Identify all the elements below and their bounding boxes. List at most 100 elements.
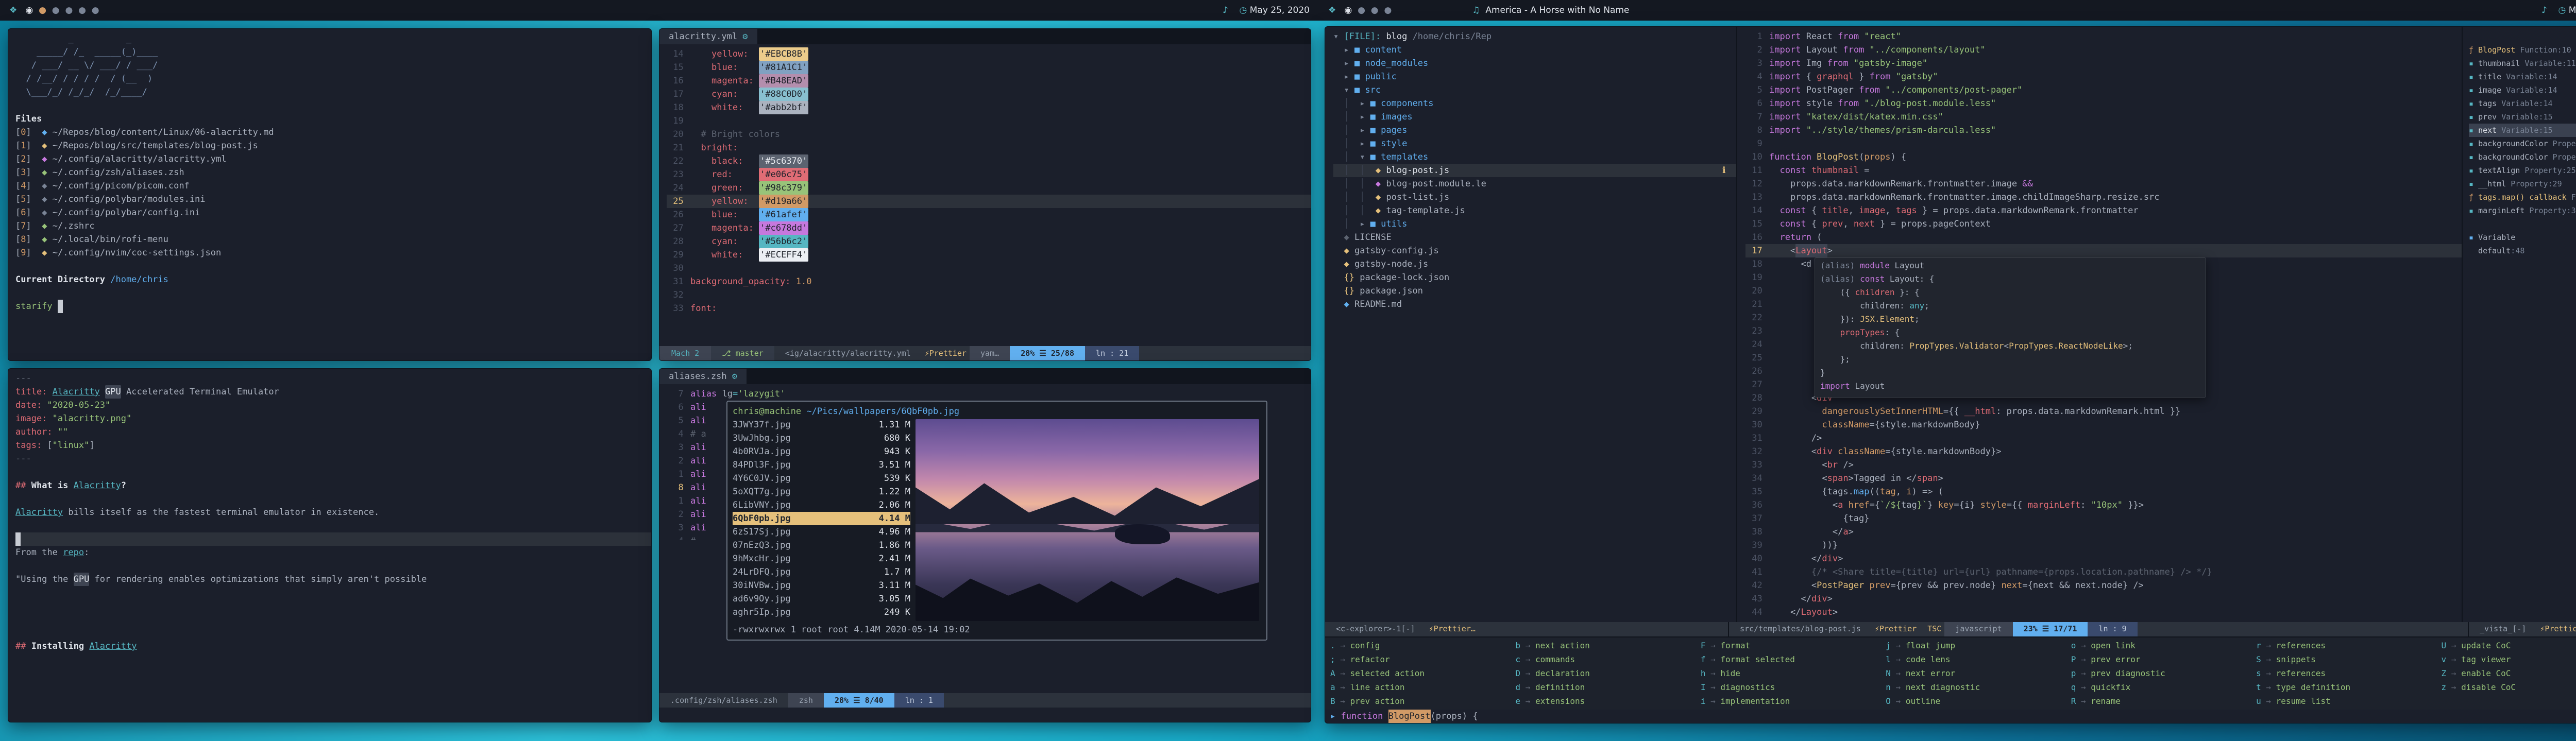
file-row[interactable]: 3JWY37f.jpg1.31 M	[733, 418, 910, 432]
workspace-list[interactable]: ❖ ◉ ● ● ●	[1319, 4, 1401, 17]
explorer-folder[interactable]: ▸ ■ node_modules	[1333, 57, 1736, 70]
vista-symbol[interactable]: ▪ title Variable:14	[2469, 70, 2576, 83]
token: PropTypes.Validator	[1909, 339, 2004, 353]
which-key-column[interactable]: . → config; → refactorA → selected actio…	[1330, 637, 1515, 710]
explorer-folder[interactable]: │ ▸ ■ images	[1333, 110, 1736, 124]
file-row[interactable]: 5oXQT7g.jpg1.22 M	[733, 485, 910, 498]
now-playing[interactable]: ♫ America - A Horse with No Name	[1463, 0, 1638, 21]
terminal-startify[interactable]: _ _ _____/ /_ _____(_)____ / ___/ __ \/ …	[8, 29, 651, 360]
startify-entry[interactable]: [1] ◆ ~/Repos/blog/src/templates/blog-po…	[15, 139, 651, 152]
tab-aliases-zsh[interactable]: aliases.zsh ⚙	[659, 369, 747, 384]
explorer-folder[interactable]: │ ▸ ■ pages	[1333, 124, 1736, 137]
row[interactable]: ❖ ◉ ● ● ●	[1328, 4, 1392, 17]
vista-symbol[interactable]: ƒ BlogPost Function:10	[2469, 43, 2576, 57]
nvim-ide-window[interactable]: ▾ [FILE]: blog /home/chris/Rep ▸ ■ conte…	[1325, 27, 2576, 723]
startify-entry[interactable]: [9] ◆ ~/.config/nvim/coc-settings.json	[15, 246, 651, 260]
explorer-file[interactable]: │ │ ◆ tag-template.js	[1333, 204, 1736, 217]
explorer-file-current[interactable]: │ │ ◆ blog-post.jsℹ	[1333, 164, 1736, 177]
which-key-column[interactable]: U → update CoCv → tag viewerZ → enable C…	[2442, 637, 2576, 710]
explorer-file[interactable]: ◆ gatsby-config.js	[1333, 244, 1736, 257]
vista-outline[interactable]: ƒ BlogPost Function:10▪ thumbnail Variab…	[2462, 27, 2576, 622]
explorer-folder[interactable]: │ ▸ ■ style	[1333, 137, 1736, 150]
token: # a	[690, 427, 706, 441]
which-key-column[interactable]: F → formatf → format selectedh → hideI →…	[1701, 637, 1886, 710]
file-row-selected[interactable]: 6QbF0pb.jpg4.14 M	[733, 512, 910, 525]
explorer-file[interactable]: {} package-lock.json	[1333, 271, 1736, 284]
line-number: 6	[1745, 97, 1762, 110]
file-row[interactable]: 84PDl3F.jpg3.51 M	[733, 458, 910, 472]
vista-symbol[interactable]: ▪ __html Property:29	[2469, 177, 2576, 191]
explorer-file[interactable]: ◆ gatsby-node.js	[1333, 257, 1736, 271]
explorer-root[interactable]: ▾ [FILE]: blog /home/chris/Rep	[1333, 30, 1736, 43]
tabline[interactable]: aliases.zsh ⚙	[659, 369, 1311, 384]
vista-symbol[interactable]: ▪ textAlign Property:25	[2469, 164, 2576, 177]
vista-symbol[interactable]: ▪ backgroundColor Propert…	[2469, 137, 2576, 150]
file-row[interactable]: 6zS17Sj.jpg4.96 M	[733, 525, 910, 539]
which-key-column[interactable]: o → open linkP → prev errorp → prev diag…	[2071, 637, 2256, 710]
explorer-folder[interactable]: ▾ ■ src	[1333, 83, 1736, 97]
wallpaper-file-list[interactable]: 3JWY37f.jpg1.31 M3UwJhbg.jpg680 K4b0RVJa…	[733, 418, 910, 623]
startify-entry[interactable]: [3] ◆ ~/.config/zsh/aliases.zsh	[15, 166, 651, 179]
row: ♪ ◷	[2541, 4, 2569, 17]
file-manager-float[interactable]: chris@machine ~/Pics/wallpapers/6QbF0pb.…	[726, 401, 1267, 641]
vista-symbol[interactable]: default:48	[2469, 244, 2576, 257]
file-row[interactable]: 4b0RVJa.jpg943 K	[733, 445, 910, 458]
file-row[interactable]: 30iNVBw.jpg3.11 M	[733, 579, 910, 592]
token: zsh	[788, 693, 824, 708]
explorer-file[interactable]: │ │ ◆ post-list.js	[1333, 191, 1736, 204]
startify-entry[interactable]: [4] ◆ ~/.config/picom/picom.conf	[15, 179, 651, 193]
explorer-folder[interactable]: │ ▸ ■ utils	[1333, 217, 1736, 231]
vim-alacritty-yml[interactable]: alacritty.yml ⚙ 14 yellow: '#EBCB8B'15 b…	[659, 29, 1311, 360]
row[interactable]: ❖ ◉ ● ● ● ● ●	[9, 4, 99, 17]
explorer-file[interactable]: ◆ LICENSE	[1333, 231, 1736, 244]
token: I	[1701, 680, 1706, 694]
which-key-column[interactable]: j → float jumpl → code lensN → next erro…	[1886, 637, 2071, 710]
vista-symbol[interactable]: ▪ Variable	[2469, 231, 2576, 244]
token: utils	[1381, 217, 1407, 231]
file-row[interactable]: 6LibVNY.jpg2.06 M	[733, 498, 910, 512]
vim-markdown-post[interactable]: ---title: Alacritty GPU Accelerated Term…	[8, 369, 651, 722]
token: 2.41 M	[879, 552, 910, 565]
vista-symbol[interactable]: ƒ tags.map() callback Functi…	[2469, 191, 2576, 204]
startify-entry[interactable]: [2] ◆ ~/.config/alacritty/alacritty.yml	[15, 152, 651, 166]
file-row[interactable]: 9hMxcHr.jpg2.41 M	[733, 552, 910, 565]
startify-entry[interactable]: [7] ◆ ~/.zshrc	[15, 219, 651, 233]
vista-symbol[interactable]: ▪ prev Variable:15	[2469, 110, 2576, 124]
explorer-folder[interactable]: │ ▸ ■ components	[1333, 97, 1736, 110]
token: 4.14 M	[879, 512, 910, 525]
explorer-folder[interactable]: │ ▾ ■ templates	[1333, 150, 1736, 164]
file-row[interactable]: 3UwJhbg.jpg680 K	[733, 432, 910, 445]
file-row[interactable]: 24LrDFQ.jpg1.7 M	[733, 565, 910, 579]
vim-aliases-zsh[interactable]: aliases.zsh ⚙ 7alias lg='lazygit'6ali5al…	[659, 369, 1311, 722]
file-row[interactable]: ad6v9Oy.jpg3.05 M	[733, 592, 910, 606]
which-key-column[interactable]: r → referencesS → snippetss → references…	[2256, 637, 2441, 710]
explorer-file[interactable]: │ │ ◆ blog-post.module.le	[1333, 177, 1736, 191]
tab-alacritty-yml[interactable]: alacritty.yml ⚙	[659, 29, 757, 44]
startify-entry[interactable]: [8] ◆ ~/.local/bin/rofi-menu	[15, 233, 651, 246]
token: Img	[1801, 57, 1827, 70]
vista-symbol[interactable]: ▪ image Variable:14	[2469, 83, 2576, 97]
vista-symbol[interactable]: ▪ backgroundColor Propert…	[2469, 150, 2576, 164]
token: prev	[1822, 217, 1843, 231]
explorer-folder[interactable]: ▸ ■ public	[1333, 70, 1736, 83]
which-key-column[interactable]: b → next actionc → commandsD → declarati…	[1515, 637, 1700, 710]
vista-symbol[interactable]: ▪ thumbnail Variable:11	[2469, 57, 2576, 70]
token: pages	[1381, 124, 1407, 137]
code-pane[interactable]: 1import React from "react"2import Layout…	[1737, 27, 2462, 622]
file-row[interactable]: aghr5Ip.jpg249 K	[733, 606, 910, 619]
file-row[interactable]: 4Y6C0JV.jpg539 K	[733, 472, 910, 485]
vista-symbol[interactable]: ▪ marginLeft Property:36	[2469, 204, 2576, 217]
startify-entry[interactable]: [0] ◆ ~/Repos/blog/content/Linux/06-alac…	[15, 126, 651, 139]
explorer-folder[interactable]: ▸ ■ content	[1333, 43, 1736, 57]
tabline[interactable]: alacritty.yml ⚙	[659, 29, 1311, 44]
vista-symbol[interactable]: ▪ tags Variable:14	[2469, 97, 2576, 110]
startify-entry[interactable]: [6] ◆ ~/.config/polybar/config.ini	[15, 206, 651, 219]
coc-explorer[interactable]: ▾ [FILE]: blog /home/chris/Rep ▸ ■ conte…	[1325, 27, 1737, 622]
workspace-list[interactable]: ❖ ◉ ● ● ● ● ●	[0, 4, 109, 17]
explorer-file[interactable]: ◆ README.md	[1333, 298, 1736, 311]
row: 11 const thumbnail =	[1745, 164, 2462, 177]
startify-entry[interactable]: [5] ◆ ~/.config/polybar/modules.ini	[15, 193, 651, 206]
file-row[interactable]: 07nEzQ3.jpg1.86 M	[733, 539, 910, 552]
explorer-file[interactable]: {} package.json	[1333, 284, 1736, 298]
vista-symbol-selected[interactable]: ▪ next Variable:15	[2469, 124, 2576, 137]
